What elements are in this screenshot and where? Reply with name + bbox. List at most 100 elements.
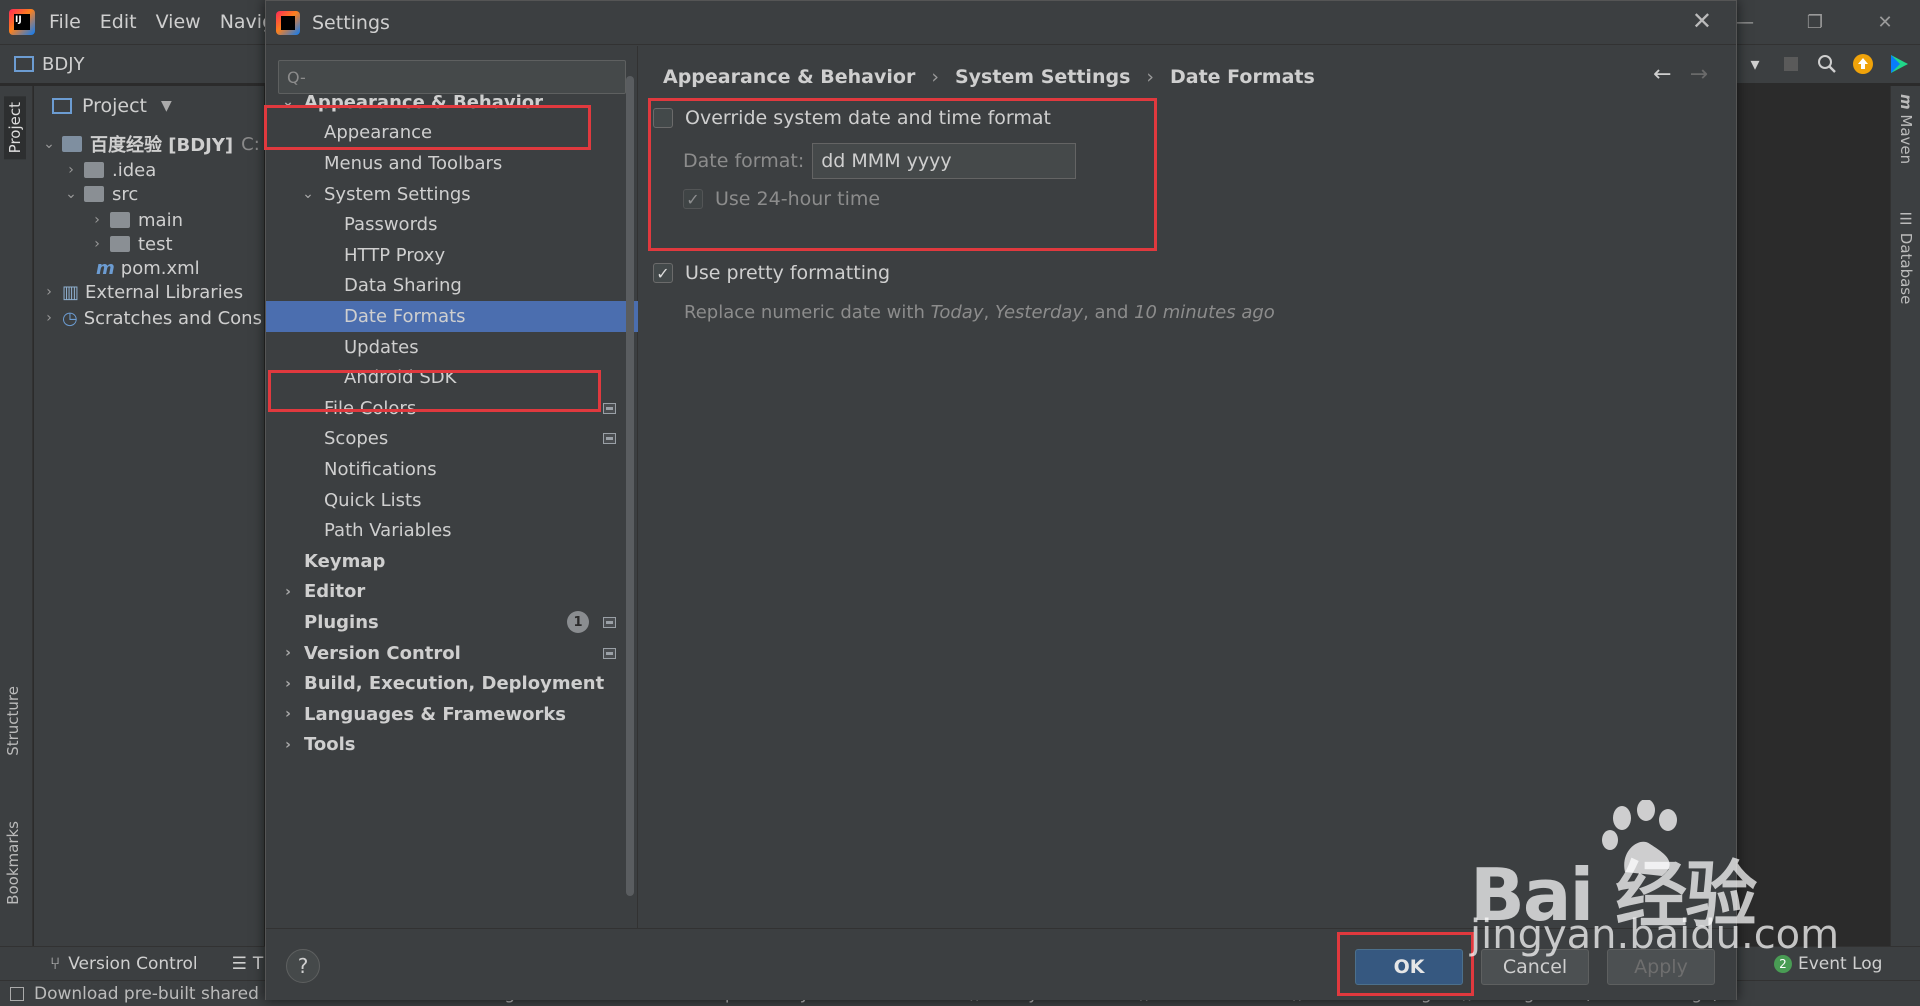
ok-button[interactable]: OK	[1355, 949, 1463, 985]
close-icon[interactable]: ✕	[1692, 7, 1712, 35]
settings-nav-item[interactable]: ⌄ System Settings	[266, 179, 638, 210]
apply-button[interactable]: Apply	[1607, 949, 1715, 985]
tool-tab-maven[interactable]: m Maven	[1897, 94, 1915, 164]
code-with-me-icon[interactable]	[1888, 53, 1910, 75]
chevron-right-icon[interactable]: ›	[280, 645, 296, 661]
settings-nav-item[interactable]: Scopes	[266, 424, 638, 455]
chevron-right-icon[interactable]: ›	[90, 236, 104, 252]
settings-nav-item[interactable]: Data Sharing	[266, 271, 638, 302]
tree-row-scratches[interactable]: › ◷ Scratches and Cons	[42, 304, 262, 332]
settings-nav-item[interactable]: HTTP Proxy	[266, 240, 638, 271]
chevron-right-icon[interactable]: ›	[280, 737, 296, 753]
breadcrumb-separator: ›	[931, 66, 939, 88]
chevron-right-icon[interactable]: ›	[280, 676, 296, 692]
settings-nav-item[interactable]: Keymap	[266, 546, 638, 577]
settings-nav-item[interactable]: Path Variables	[266, 515, 638, 546]
tree-label: External Libraries	[85, 281, 244, 303]
settings-nav-item[interactable]: › Editor	[266, 577, 638, 608]
settings-nav-item[interactable]: Android SDK	[266, 362, 638, 393]
back-arrow-icon[interactable]: ←	[1653, 62, 1671, 87]
chevron-right-icon[interactable]: ›	[42, 284, 56, 300]
settings-nav-label: Plugins	[304, 611, 379, 633]
status-toggle-icon[interactable]	[10, 986, 24, 1001]
tool-tab-event-log[interactable]: Event Log	[1798, 954, 1882, 974]
settings-nav-item[interactable]: Notifications	[266, 454, 638, 485]
settings-nav-item[interactable]: Date Formats	[266, 301, 638, 332]
settings-nav-label: Data Sharing	[344, 275, 462, 297]
right-tool-stripe: m Maven ☰ Database	[1890, 86, 1920, 946]
override-checkbox[interactable]	[653, 108, 673, 128]
use24-checkbox[interactable]: ✓	[683, 189, 703, 209]
maven-file-icon: m	[96, 257, 115, 279]
settings-nav-label: Menus and Toolbars	[324, 152, 503, 174]
pretty-desc-prefix: Replace numeric date with	[684, 302, 931, 323]
chevron-down-icon[interactable]: ⌄	[280, 94, 296, 110]
chevron-down-icon[interactable]: ⌄	[300, 186, 316, 202]
pretty-row[interactable]: ✓ Use pretty formatting	[653, 262, 890, 284]
project-view-icon	[52, 98, 72, 114]
branch-icon: ⑂	[50, 953, 61, 974]
breadcrumb: Appearance & Behavior › System Settings …	[663, 66, 1315, 88]
tree-row-external-libraries[interactable]: › ▥ External Libraries	[42, 278, 243, 306]
settings-nav-label: Updates	[344, 336, 419, 358]
stop-icon[interactable]	[1780, 53, 1802, 75]
menu-edit[interactable]: Edit	[100, 11, 137, 33]
ide-toolbar-right: ▾	[1744, 44, 1920, 84]
settings-nav-label: Path Variables	[324, 520, 452, 542]
pretty-checkbox[interactable]: ✓	[653, 263, 673, 283]
chevron-right-icon[interactable]: ›	[90, 212, 104, 228]
close-window-icon[interactable]: ✕	[1850, 0, 1920, 44]
settings-nav-item[interactable]: File Colors	[266, 393, 638, 424]
settings-nav-item[interactable]: › Build, Execution, Deployment	[266, 668, 638, 699]
settings-nav-item[interactable]: ⌄ Appearance & Behavior	[266, 87, 638, 118]
chevron-down-icon[interactable]: ▼	[161, 98, 172, 114]
settings-nav-item[interactable]: Menus and Toolbars	[266, 148, 638, 179]
settings-nav-item[interactable]: › Tools	[266, 730, 638, 761]
project-name[interactable]: BDJY	[42, 54, 85, 75]
tool-tab-database[interactable]: ☰ Database	[1897, 210, 1915, 304]
help-button[interactable]: ?	[286, 949, 320, 983]
chevron-right-icon[interactable]: ›	[280, 706, 296, 722]
settings-nav-item[interactable]: Quick Lists	[266, 485, 638, 516]
tree-row-src[interactable]: ⌄ src	[64, 180, 138, 208]
chevron-right-icon[interactable]: ›	[280, 584, 296, 600]
settings-nav-item[interactable]: Passwords	[266, 209, 638, 240]
settings-dialog: Settings ✕ Q- ⌄ Appearance & Behavior Appe…	[265, 0, 1737, 1000]
database-icon: ☰	[1897, 210, 1915, 228]
settings-nav-item[interactable]: Appearance	[266, 118, 638, 149]
chevron-right-icon[interactable]: ›	[42, 310, 56, 326]
tool-tab-bookmarks[interactable]: Bookmarks	[4, 821, 22, 905]
chevron-down-icon[interactable]: ⌄	[42, 136, 56, 152]
settings-nav-label: Version Control	[304, 642, 461, 664]
tree-label: test	[138, 233, 173, 255]
settings-nav-item[interactable]: Plugins 1	[266, 607, 638, 638]
tool-tab-project[interactable]: Project	[4, 96, 26, 160]
settings-nav-item[interactable]: › Languages & Frameworks	[266, 699, 638, 730]
date-format-field[interactable]	[812, 143, 1077, 179]
search-everywhere-icon[interactable]	[1816, 53, 1838, 75]
chevron-down-icon[interactable]: ⌄	[64, 186, 78, 202]
settings-nav-item[interactable]: › Version Control	[266, 638, 638, 669]
menu-file[interactable]: File	[49, 11, 81, 33]
cancel-button[interactable]: Cancel	[1481, 949, 1589, 985]
update-icon[interactable]	[1852, 53, 1874, 75]
dropdown-arrow-icon[interactable]: ▾	[1744, 53, 1766, 75]
folder-icon	[110, 236, 130, 252]
breadcrumb-item: Date Formats	[1170, 66, 1315, 88]
sidebar-scrollbar[interactable]	[626, 76, 634, 896]
menu-view[interactable]: View	[156, 11, 201, 33]
override-row[interactable]: Override system date and time format	[653, 107, 1051, 129]
use24-row[interactable]: ✓ Use 24-hour time	[683, 188, 880, 210]
tool-tab-todo[interactable]: T	[253, 954, 263, 974]
restore-icon[interactable]: ❐	[1780, 0, 1850, 44]
breadcrumb-item: System Settings	[954, 66, 1131, 88]
settings-content: Appearance & Behavior › System Settings …	[639, 46, 1736, 928]
tree-path-suffix: C:	[241, 133, 260, 155]
tool-tab-version-control[interactable]: Version Control	[68, 954, 197, 974]
project-panel-header[interactable]: Project ▼	[34, 86, 264, 126]
settings-nav-item[interactable]: Updates	[266, 332, 638, 363]
chevron-right-icon[interactable]: ›	[64, 162, 78, 178]
forward-arrow-icon[interactable]: →	[1690, 62, 1708, 87]
tool-tab-structure[interactable]: Structure	[4, 686, 22, 756]
tree-row-root[interactable]: ⌄ 百度经验 [BDJY] C:	[42, 130, 260, 158]
